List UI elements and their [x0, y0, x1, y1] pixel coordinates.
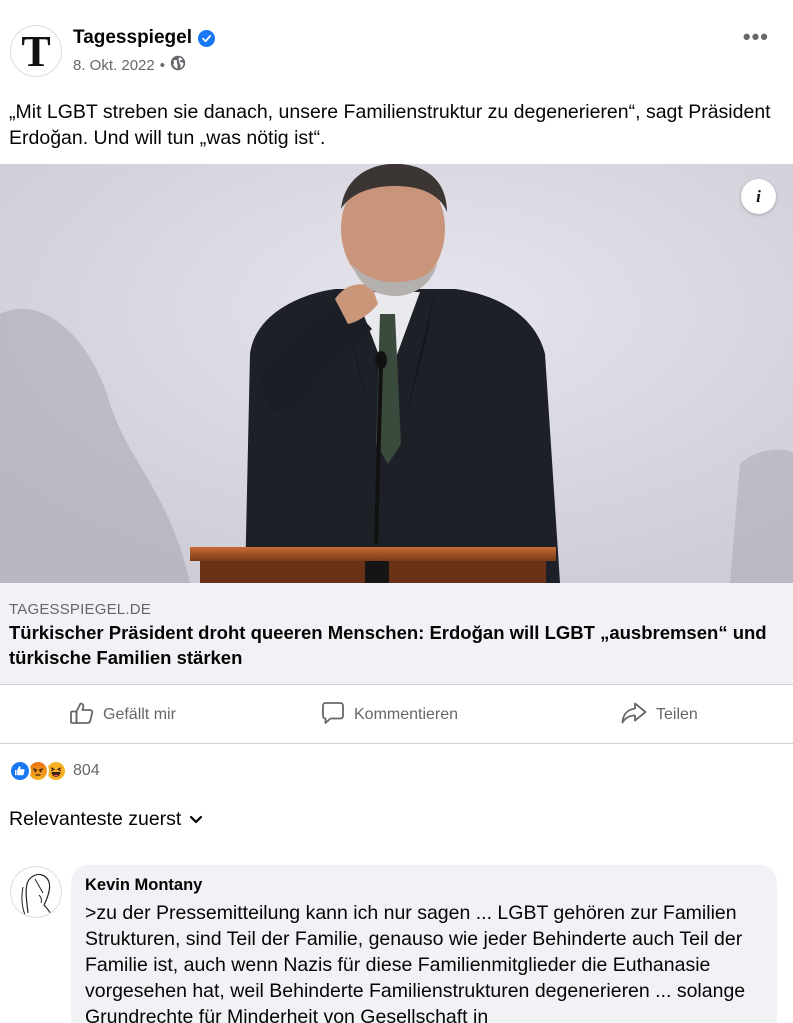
- post-text: „Mit LGBT streben sie danach, unsere Fam…: [9, 101, 771, 149]
- chevron-down-icon: [181, 808, 203, 831]
- post-actions-bar: Gefällt mir Kommentieren Teilen: [0, 686, 793, 744]
- reactions-summary[interactable]: 804: [9, 759, 100, 783]
- more-options-icon[interactable]: •••: [743, 24, 769, 50]
- share-arrow-icon: [620, 701, 656, 730]
- post-photo-illustration: [0, 164, 793, 583]
- like-button[interactable]: Gefällt mir: [69, 686, 176, 744]
- comment-icon: [320, 701, 354, 730]
- post-meta: 8. Okt. 2022 •: [73, 55, 186, 75]
- comment-button[interactable]: Kommentieren: [320, 686, 458, 744]
- like-reaction-icon: [9, 760, 31, 782]
- comment-avatar[interactable]: [10, 866, 62, 918]
- info-icon[interactable]: i: [741, 179, 776, 214]
- post-photo[interactable]: i: [0, 164, 793, 583]
- link-domain: TAGESSPIEGEL.DE: [9, 601, 151, 618]
- link-preview[interactable]: TAGESSPIEGEL.DE Türkischer Präsident dro…: [0, 583, 793, 685]
- thumbs-up-icon: [69, 701, 103, 730]
- page-logo-letter: T: [21, 27, 51, 76]
- comment-label: Kommentieren: [354, 706, 459, 723]
- meta-separator: •: [159, 56, 165, 74]
- page-name[interactable]: Tagesspiegel: [73, 27, 192, 49]
- link-title: Türkischer Präsident droht queeren Mensc…: [9, 622, 767, 668]
- globe-icon: [170, 55, 186, 75]
- sketch-portrait-icon: [21, 873, 52, 916]
- verified-badge-icon: [197, 29, 215, 47]
- comment-sort-dropdown[interactable]: Relevanteste zuerst: [9, 808, 203, 831]
- post-date[interactable]: 8. Okt. 2022: [73, 57, 155, 74]
- post-header: T Tagesspiegel 8. Okt. 2022 • •••: [0, 0, 793, 95]
- like-label: Gefällt mir: [103, 706, 176, 723]
- reaction-count: 804: [73, 762, 100, 779]
- page-avatar[interactable]: T: [10, 25, 62, 77]
- comment-sort-label: Relevanteste zuerst: [9, 808, 182, 830]
- comment-author[interactable]: Kevin Montany: [85, 876, 202, 895]
- share-label: Teilen: [656, 706, 698, 723]
- share-button[interactable]: Teilen: [620, 686, 698, 744]
- comment-bubble: Kevin Montany >zu der Pressemitteilung k…: [71, 865, 777, 1023]
- page-name-row: Tagesspiegel: [73, 27, 215, 49]
- comment-text: >zu der Pressemitteilung kann ich nur sa…: [85, 902, 746, 1023]
